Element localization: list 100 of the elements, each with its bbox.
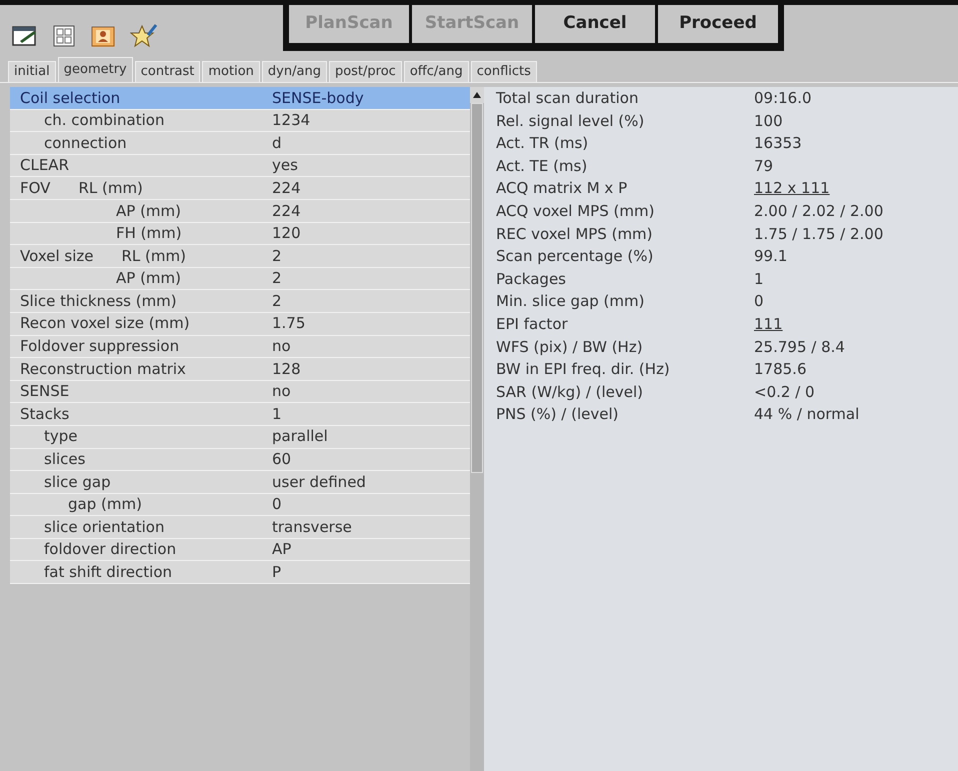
parameter-label: Stacks bbox=[20, 404, 70, 425]
parameter-label: gap (mm) bbox=[68, 494, 142, 516]
parameter-sublabel: RL (mm) bbox=[121, 246, 186, 267]
tab[interactable]: conflicts bbox=[470, 61, 537, 82]
parameter-row[interactable]: Voxel size RL (mm) 2 bbox=[10, 245, 470, 268]
parameter-value: parallel bbox=[272, 426, 328, 448]
parameter-row[interactable]: connection d bbox=[10, 132, 470, 155]
parameter-row[interactable]: FH (mm) 120 bbox=[10, 222, 470, 246]
parameter-label: slices bbox=[44, 449, 86, 470]
parameter-label: ch. combination bbox=[44, 110, 164, 132]
parameter-row[interactable]: CLEAR yes bbox=[10, 154, 470, 178]
parameter-label: Coil selection bbox=[20, 88, 120, 109]
info-value: 25.795 / 8.4 bbox=[754, 336, 845, 358]
tab[interactable]: motion bbox=[202, 61, 260, 82]
grid-icon[interactable] bbox=[52, 24, 76, 48]
parameter-row[interactable]: slice gap user defined bbox=[10, 471, 470, 494]
parameter-row[interactable]: Foldover suppression no bbox=[10, 336, 470, 358]
tab[interactable]: geometry bbox=[58, 57, 133, 82]
parameter-label: Reconstruction matrix bbox=[20, 358, 186, 380]
parameter-value: AP bbox=[272, 539, 292, 560]
info-value: 1785.6 bbox=[754, 359, 806, 380]
info-value: 09:16.0 bbox=[754, 88, 812, 110]
parameter-sublabel: RL (mm) bbox=[78, 178, 143, 199]
info-value: 100 bbox=[754, 110, 783, 132]
star-icon[interactable] bbox=[130, 23, 158, 49]
edit-icon[interactable] bbox=[12, 24, 38, 48]
info-label: ACQ matrix M x P bbox=[496, 178, 628, 200]
tab[interactable]: dyn/ang bbox=[262, 61, 327, 82]
parameter-label: connection bbox=[44, 132, 127, 154]
parameter-row[interactable]: Slice thickness (mm) 2 bbox=[10, 290, 470, 313]
tab[interactable]: contrast bbox=[134, 61, 200, 82]
info-value: 2.00 / 2.02 / 2.00 bbox=[754, 201, 884, 222]
parameter-value: yes bbox=[272, 155, 298, 176]
parameter-value: P bbox=[272, 562, 282, 584]
parameter-label: Voxel size bbox=[20, 246, 94, 267]
parameter-value: 224 bbox=[272, 178, 301, 199]
info-value: 112 x 111 bbox=[754, 178, 830, 200]
info-value: 111 bbox=[754, 314, 783, 335]
parameter-row[interactable]: fat shift direction P bbox=[10, 561, 470, 584]
parameter-row[interactable]: foldover direction AP bbox=[10, 538, 470, 562]
parameter-row[interactable]: ch. combination 1234 bbox=[10, 110, 470, 132]
tab[interactable]: post/proc bbox=[328, 61, 402, 82]
parameter-row[interactable]: AP (mm) 2 bbox=[10, 268, 470, 290]
info-value: <0.2 / 0 bbox=[754, 382, 815, 403]
info-value: 1.75 / 1.75 / 2.00 bbox=[754, 224, 884, 245]
parameter-value: SENSE-body bbox=[272, 88, 364, 109]
parameter-row[interactable]: FOV RL (mm) 224 bbox=[10, 177, 470, 200]
parameter-value: 120 bbox=[272, 223, 301, 244]
parameter-label: fat shift direction bbox=[44, 562, 172, 584]
info-label: Rel. signal level (%) bbox=[496, 110, 646, 132]
parameter-value: 2 bbox=[272, 246, 282, 267]
info-label: BW in EPI freq. dir. (Hz) bbox=[496, 359, 671, 380]
info-label: Min. slice gap (mm) bbox=[496, 291, 646, 312]
info-label: Scan percentage (%) bbox=[496, 246, 654, 268]
scroll-up-icon[interactable] bbox=[473, 92, 481, 98]
info-value: 16353 bbox=[754, 133, 802, 154]
info-value: 1 bbox=[754, 268, 764, 290]
tab[interactable]: offc/ang bbox=[404, 61, 469, 82]
info-label: Total scan duration bbox=[496, 88, 640, 110]
parameter-label: AP (mm) bbox=[116, 268, 182, 290]
parameter-value: 128 bbox=[272, 358, 301, 380]
parameter-value: no bbox=[272, 336, 291, 358]
parameter-row[interactable]: Reconstruction matrix 128 bbox=[10, 358, 470, 381]
parameter-row[interactable]: gap (mm) 0 bbox=[10, 494, 470, 516]
parameter-row[interactable]: AP (mm) 224 bbox=[10, 200, 470, 223]
person-icon[interactable] bbox=[90, 24, 116, 48]
info-value: 79 bbox=[754, 156, 774, 177]
parameter-value: 1234 bbox=[272, 110, 310, 132]
info-value: 44 % / normal bbox=[754, 404, 860, 426]
parameter-value: transverse bbox=[272, 516, 352, 538]
parameter-value: 2 bbox=[272, 268, 282, 290]
parameter-row[interactable]: Recon voxel size (mm) 1.75 bbox=[10, 312, 470, 336]
info-label: PNS (%) / (level) bbox=[496, 404, 620, 426]
parameter-label: type bbox=[44, 426, 78, 448]
parameter-label: FOV bbox=[20, 178, 50, 199]
info-label: EPI factor bbox=[496, 314, 569, 335]
parameter-row[interactable]: slice orientation transverse bbox=[10, 516, 470, 539]
parameter-value: 60 bbox=[272, 449, 292, 470]
parameter-label: Foldover suppression bbox=[20, 336, 180, 358]
parameter-value: 2 bbox=[272, 290, 282, 312]
info-label: WFS (pix) / BW (Hz) bbox=[496, 336, 644, 358]
parameter-label: slice gap bbox=[44, 472, 111, 493]
scrollbar[interactable] bbox=[470, 87, 484, 771]
parameter-value: 1 bbox=[272, 404, 282, 425]
parameter-value: user defined bbox=[272, 472, 366, 493]
toolbar-button[interactable]: Cancel bbox=[535, 5, 655, 43]
parameter-row[interactable]: Stacks 1 bbox=[10, 403, 470, 426]
info-label: Act. TE (ms) bbox=[496, 156, 588, 177]
parameter-label: AP (mm) bbox=[116, 200, 182, 222]
parameter-label: foldover direction bbox=[44, 539, 176, 560]
parameter-label: SENSE bbox=[20, 381, 70, 402]
info-value: 0 bbox=[754, 291, 764, 312]
parameter-row[interactable]: Coil selection SENSE-body bbox=[10, 87, 470, 110]
parameter-row[interactable]: type parallel bbox=[10, 426, 470, 448]
tab[interactable]: initial bbox=[8, 61, 56, 82]
parameter-label: CLEAR bbox=[20, 155, 69, 176]
info-label: SAR (W/kg) / (level) bbox=[496, 382, 644, 403]
toolbar-button[interactable]: Proceed bbox=[658, 5, 778, 43]
parameter-row[interactable]: slices 60 bbox=[10, 448, 470, 472]
parameter-row[interactable]: SENSE no bbox=[10, 380, 470, 404]
